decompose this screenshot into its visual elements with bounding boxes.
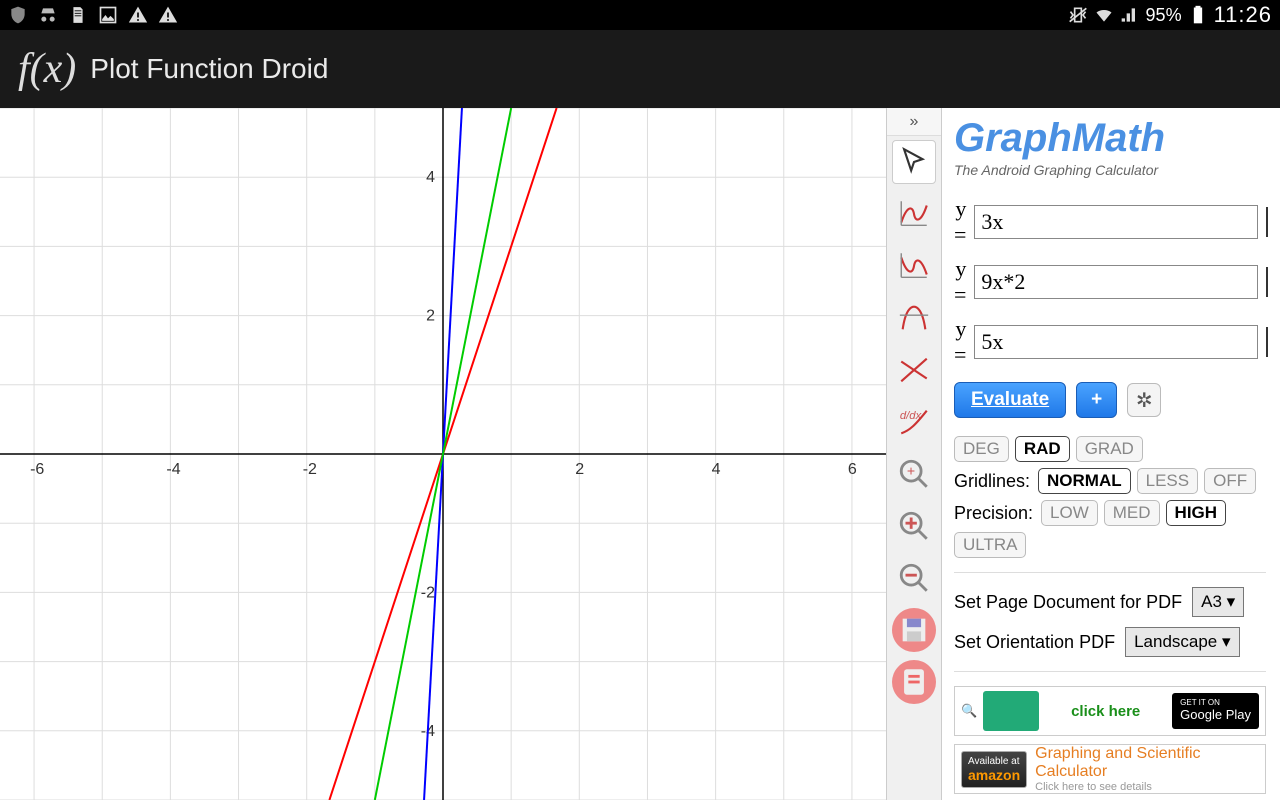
equation-input[interactable] [974, 205, 1258, 239]
add-equation-button[interactable]: + [1076, 382, 1117, 418]
cursor-tool-button[interactable] [892, 140, 936, 184]
divider [954, 572, 1266, 573]
equation-row: y = [954, 316, 1266, 368]
divider [954, 671, 1266, 672]
y-tick: 4 [426, 169, 435, 186]
amazon-badge: Available at amazon [961, 751, 1027, 788]
signal-icon [1120, 5, 1140, 25]
extrema-tool-button[interactable] [892, 296, 936, 340]
ad-thumbnail [983, 691, 1039, 731]
warning-icon [158, 5, 178, 25]
roots-tool-button[interactable] [892, 244, 936, 288]
color-swatch[interactable] [1266, 267, 1268, 297]
option-rad[interactable]: RAD [1015, 436, 1070, 462]
pdf-orient-label: Set Orientation PDF [954, 632, 1115, 653]
y-tick: 2 [426, 308, 435, 325]
equation-input[interactable] [974, 325, 1258, 359]
gridlines-group: Gridlines: NORMALLESSOFF [954, 468, 1266, 494]
ad-title: Graphing and Scientific Calculator [1035, 745, 1259, 780]
option-deg[interactable]: DEG [954, 436, 1009, 462]
app-title-bar: f(x) Plot Function Droid [0, 30, 1280, 108]
option-label: Gridlines: [954, 471, 1030, 492]
pdf-orient-select[interactable]: Landscape ▾ [1125, 627, 1239, 657]
equation-label: y = [954, 256, 966, 308]
trace-tool-button[interactable] [892, 192, 936, 236]
derivative-tool-button[interactable]: d/dx [892, 400, 936, 444]
equation-row: y = [954, 196, 1266, 248]
magnifier-icon: 🔍 [961, 703, 977, 719]
color-swatch[interactable] [1266, 327, 1268, 357]
option-low[interactable]: LOW [1041, 500, 1098, 526]
x-tick: -4 [166, 461, 180, 478]
collapse-panel-button[interactable]: » [887, 108, 941, 136]
option-ultra[interactable]: ULTRA [954, 532, 1026, 558]
equation-row: y = [954, 256, 1266, 308]
save-button[interactable] [892, 608, 936, 652]
settings-button[interactable]: ✲ [1127, 383, 1161, 417]
side-panel: GraphMath The Android Graphing Calculato… [942, 108, 1280, 800]
x-tick: 2 [575, 461, 584, 478]
tool-strip: » d/dx + [886, 108, 942, 800]
precision-group: Precision: LOWMEDHIGH ULTRA [954, 500, 1266, 558]
battery-percent: 95% [1146, 5, 1182, 26]
pdf-page-label: Set Page Document for PDF [954, 592, 1182, 613]
google-play-badge: GET IT ON Google Play [1172, 693, 1259, 728]
option-label: Precision: [954, 503, 1033, 524]
ad-google-play[interactable]: 🔍 click here GET IT ON Google Play [954, 686, 1266, 736]
ad-amazon[interactable]: Available at amazon Graphing and Scienti… [954, 744, 1266, 794]
vibrate-icon [1068, 5, 1088, 25]
brand-title: GraphMath [954, 118, 1266, 158]
ad-cta: click here [1071, 703, 1140, 720]
shield-icon [8, 5, 28, 25]
app-logo-icon: f(x) [18, 45, 76, 93]
android-status-bar: 95% 11:26 [0, 0, 1280, 30]
option-less[interactable]: LESS [1137, 468, 1198, 494]
svg-text:+: + [907, 463, 915, 479]
app-title: Plot Function Droid [90, 53, 328, 85]
equation-input[interactable] [974, 265, 1258, 299]
clock: 11:26 [1214, 2, 1272, 28]
evaluate-button[interactable]: Evaluate [954, 382, 1066, 418]
chart-plot[interactable]: -6-4-2246-4-224 [0, 108, 886, 800]
x-tick: 6 [848, 461, 857, 478]
export-pdf-button[interactable] [892, 660, 936, 704]
graph-canvas[interactable]: -6-4-2246-4-224 [0, 108, 886, 800]
zoom-out-button[interactable] [892, 556, 936, 600]
color-swatch[interactable] [1266, 207, 1268, 237]
option-normal[interactable]: NORMAL [1038, 468, 1131, 494]
x-tick: -6 [30, 461, 44, 478]
intersect-tool-button[interactable] [892, 348, 936, 392]
option-off[interactable]: OFF [1204, 468, 1256, 494]
pdf-page-select[interactable]: A3 ▾ [1192, 587, 1244, 617]
ad-subtitle: Click here to see details [1035, 781, 1259, 793]
brand-tagline: The Android Graphing Calculator [954, 162, 1266, 178]
document-icon [68, 5, 88, 25]
zoom-in-button[interactable] [892, 504, 936, 548]
image-icon [98, 5, 118, 25]
x-tick: -2 [303, 461, 317, 478]
x-tick: 4 [712, 461, 721, 478]
wifi-icon [1094, 5, 1114, 25]
incognito-icon [38, 5, 58, 25]
option-high[interactable]: HIGH [1166, 500, 1227, 526]
option-med[interactable]: MED [1104, 500, 1160, 526]
zoom-fit-button[interactable]: + [892, 452, 936, 496]
battery-icon [1188, 5, 1208, 25]
warning-icon [128, 5, 148, 25]
option-grad[interactable]: GRAD [1076, 436, 1143, 462]
y-tick: -2 [421, 584, 435, 601]
angle-mode-group: DEGRADGRAD [954, 436, 1266, 462]
equation-label: y = [954, 196, 966, 248]
equation-label: y = [954, 316, 966, 368]
